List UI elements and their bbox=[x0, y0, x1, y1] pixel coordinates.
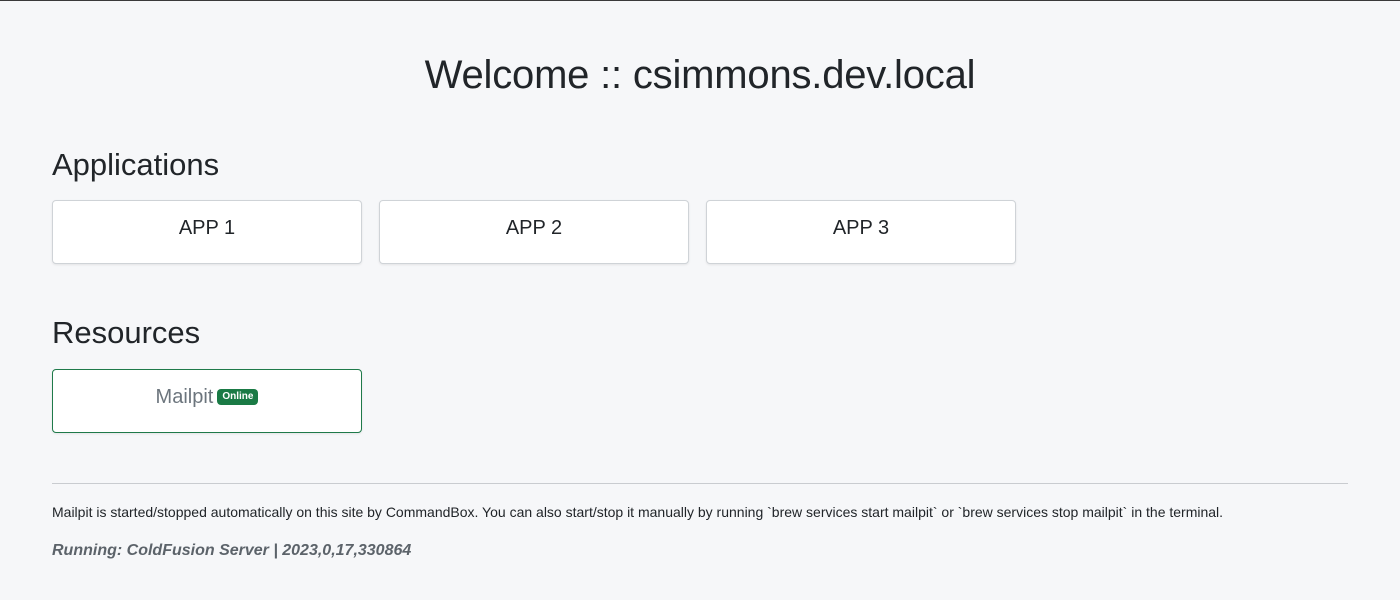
status-badge: Online bbox=[217, 389, 259, 405]
mailpit-info-text: Mailpit is started/stopped automatically… bbox=[52, 504, 1224, 520]
divider bbox=[52, 483, 1348, 484]
app-2-card[interactable]: APP 2 bbox=[379, 200, 689, 264]
app-1-label: APP 1 bbox=[178, 216, 236, 239]
app-3-card[interactable]: APP 3 bbox=[706, 200, 1016, 264]
applications-list: APP 1 APP 2 APP 3 bbox=[52, 200, 1016, 264]
app-3-label: APP 3 bbox=[832, 216, 890, 239]
resources-heading: Resources bbox=[52, 315, 201, 350]
mailpit-label: Mailpit bbox=[155, 385, 214, 408]
app-2-label: APP 2 bbox=[505, 216, 563, 239]
mailpit-card[interactable]: Mailpit Online bbox=[52, 369, 362, 433]
page-title: Welcome :: csimmons.dev.local bbox=[424, 53, 976, 97]
server-running-info: Running: ColdFusion Server | 2023,0,17,3… bbox=[52, 542, 412, 559]
app-1-card[interactable]: APP 1 bbox=[52, 200, 362, 264]
resources-list: Mailpit Online bbox=[52, 369, 362, 433]
applications-heading: Applications bbox=[52, 147, 220, 182]
